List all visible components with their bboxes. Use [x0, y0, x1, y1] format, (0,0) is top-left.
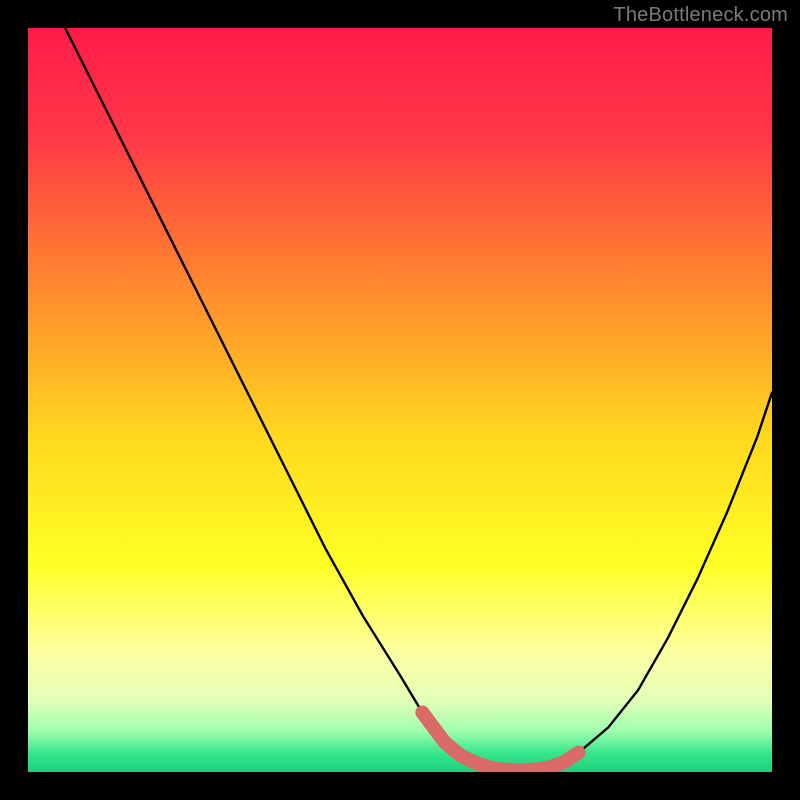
- bottleneck-curve: [28, 28, 772, 771]
- optimal-range-highlight: [422, 712, 578, 770]
- chart-frame: TheBottleneck.com: [0, 0, 800, 800]
- plot-area: [28, 28, 772, 772]
- watermark-text: TheBottleneck.com: [613, 4, 788, 27]
- curve-layer: [28, 28, 772, 772]
